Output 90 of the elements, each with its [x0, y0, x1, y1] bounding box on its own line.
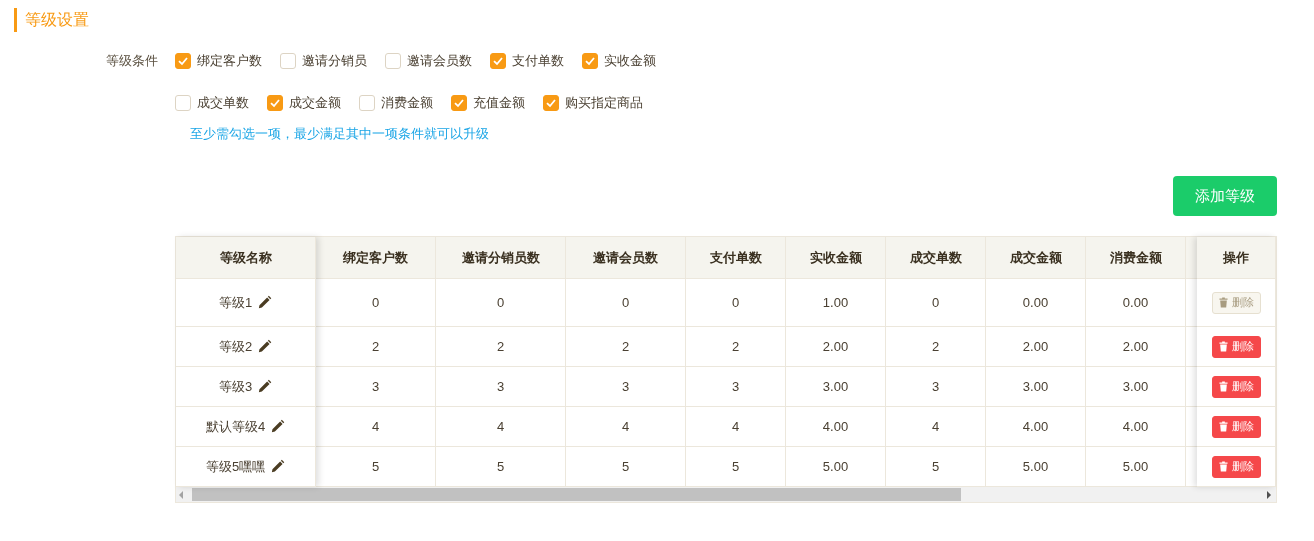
table-cell: 3	[886, 367, 986, 407]
condition-checkbox[interactable]: 成交金额	[267, 93, 341, 113]
trash-icon	[1218, 461, 1228, 472]
column-header: 成交单数	[886, 237, 986, 279]
edit-icon[interactable]	[257, 379, 273, 394]
column-header: 邀请分销员数	[436, 237, 566, 279]
table-cell: 0.00	[986, 279, 1086, 327]
condition-checkbox[interactable]: 邀请分销员	[280, 51, 367, 71]
trash-icon	[1218, 421, 1228, 432]
level-name: 等级2	[218, 337, 253, 356]
column-header: 等级名称	[176, 237, 316, 279]
check-icon	[492, 55, 504, 67]
conditions-label: 等级条件	[106, 52, 159, 70]
table-cell: 2	[316, 327, 436, 367]
table-cell: 0	[436, 279, 566, 327]
condition-checkbox[interactable]: 支付单数	[490, 51, 564, 71]
table-cell: 0	[686, 279, 786, 327]
table-cell: 3	[436, 367, 566, 407]
column-header: 消费金额	[1086, 237, 1186, 279]
table-cell: 5.00	[1086, 447, 1186, 487]
table-cell: 4.00	[786, 407, 886, 447]
delete-button[interactable]: 删除	[1211, 375, 1261, 398]
horizontal-scrollbar[interactable]	[176, 487, 1276, 502]
edit-icon[interactable]	[270, 459, 286, 474]
table-cell: 4	[316, 407, 436, 447]
table-cell: 3.00	[786, 367, 886, 407]
column-header: 实收金额	[786, 237, 886, 279]
check-icon	[584, 55, 596, 67]
condition-checkbox[interactable]: 绑定客户数	[175, 51, 262, 71]
trash-icon	[1218, 381, 1228, 392]
table-cell: 2	[886, 327, 986, 367]
table-cell: 5	[316, 447, 436, 487]
level-name: 等级3	[218, 377, 253, 396]
table-cell: 3	[316, 367, 436, 407]
edit-icon[interactable]	[257, 295, 273, 310]
table-cell: 1.00	[786, 279, 886, 327]
check-icon	[177, 55, 189, 67]
level-name: 默认等级4	[205, 417, 266, 436]
table-cell: 4	[686, 407, 786, 447]
table-cell: 3.00	[1086, 367, 1186, 407]
table-cell: 2	[566, 327, 686, 367]
edit-icon[interactable]	[270, 419, 286, 434]
trash-icon	[1218, 341, 1228, 352]
table-cell: 2	[686, 327, 786, 367]
column-header: 支付单数	[686, 237, 786, 279]
accent-bar	[14, 8, 17, 32]
table-cell: 5	[566, 447, 686, 487]
table-cell: 4	[436, 407, 566, 447]
table-cell: 5.00	[786, 447, 886, 487]
table-cell: 2.00	[1086, 327, 1186, 367]
condition-checkbox[interactable]: 购买指定商品	[543, 93, 643, 113]
table-cell: 3	[686, 367, 786, 407]
edit-icon[interactable]	[257, 339, 273, 354]
column-header: 操作	[1197, 237, 1276, 279]
table-cell: 0.00	[1086, 279, 1186, 327]
table-cell: 0	[886, 279, 986, 327]
level-name: 等级5嘿嘿	[205, 457, 266, 476]
table-cell: 5	[686, 447, 786, 487]
column-header: 绑定客户数	[316, 237, 436, 279]
table-cell: 4	[886, 407, 986, 447]
condition-checkbox[interactable]: 邀请会员数	[385, 51, 472, 71]
delete-button[interactable]: 删除	[1211, 415, 1261, 438]
condition-checkbox[interactable]: 成交单数	[175, 93, 249, 113]
table-cell: 3	[566, 367, 686, 407]
table-cell: 2.00	[986, 327, 1086, 367]
condition-checkbox[interactable]: 充值金额	[451, 93, 525, 113]
table-cell: 5	[436, 447, 566, 487]
delete-button[interactable]: 删除	[1211, 335, 1261, 358]
delete-button[interactable]: 删除	[1211, 455, 1261, 478]
table-cell: 0	[316, 279, 436, 327]
condition-checkbox[interactable]: 消费金额	[359, 93, 433, 113]
table-cell: 5.00	[986, 447, 1086, 487]
check-icon	[545, 97, 557, 109]
trash-icon	[1218, 297, 1228, 308]
table-cell: 0	[566, 279, 686, 327]
table-cell: 5	[886, 447, 986, 487]
table-cell: 3.00	[986, 367, 1086, 407]
table-cell: 4.00	[986, 407, 1086, 447]
table-cell: 2	[436, 327, 566, 367]
column-header: 成交金额	[986, 237, 1086, 279]
condition-checkbox[interactable]: 实收金额	[582, 51, 656, 71]
table-cell: 4	[566, 407, 686, 447]
table-cell: 4.00	[1086, 407, 1186, 447]
check-icon	[453, 97, 465, 109]
check-icon	[269, 97, 281, 109]
level-name: 等级1	[218, 293, 253, 312]
hint-text: 至少需勾选一项，最少满足其中一项条件就可以升级	[189, 125, 490, 143]
section-title: 等级设置	[25, 9, 89, 30]
column-header: 邀请会员数	[566, 237, 686, 279]
table-cell: 2.00	[786, 327, 886, 367]
